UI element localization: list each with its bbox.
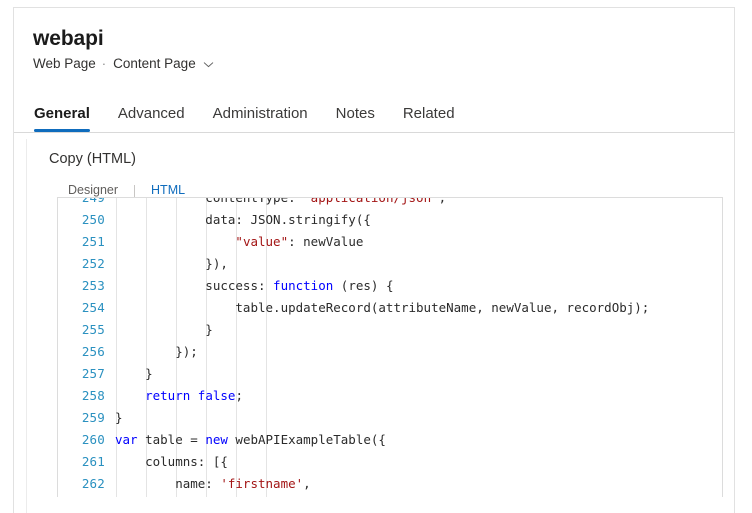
code-editor[interactable]: 249 contentType: "application/json",250 … <box>57 197 723 497</box>
code-text: name: 'firstname', <box>115 473 722 495</box>
code-text: } <box>115 363 722 385</box>
code-text: "value": newValue <box>115 231 722 253</box>
record-header: webapi Web Page · Content Page <box>14 8 734 73</box>
line-number: 256 <box>58 341 115 363</box>
tab-administration[interactable]: Administration <box>213 105 308 132</box>
line-number: 252 <box>58 253 115 275</box>
code-text: } <box>115 407 722 429</box>
line-number: 251 <box>58 231 115 253</box>
line-number: 254 <box>58 297 115 319</box>
code-line: 256 }); <box>58 341 722 363</box>
line-number: 250 <box>58 209 115 231</box>
code-text: contentType: "application/json", <box>115 197 722 209</box>
main-tabstrip: General Advanced Administration Notes Re… <box>14 94 734 132</box>
code-line: 261 columns: [{ <box>58 451 722 473</box>
code-line: 259} <box>58 407 722 429</box>
tab-general[interactable]: General <box>34 105 90 132</box>
code-line: 254 table.updateRecord(attributeName, ne… <box>58 297 722 319</box>
tab-advanced[interactable]: Advanced <box>118 105 185 132</box>
chevron-down-icon <box>203 59 214 70</box>
code-line: 255 } <box>58 319 722 341</box>
record-subtitle: Web Page · Content Page <box>33 55 734 73</box>
content-page-picker-label: Content Page <box>113 55 196 73</box>
code-line: 251 "value": newValue <box>58 231 722 253</box>
code-line: 252 }), <box>58 253 722 275</box>
record-card: webapi Web Page · Content Page General A… <box>13 7 735 513</box>
line-number: 259 <box>58 407 115 429</box>
section-label: Copy (HTML) <box>27 139 735 169</box>
code-text: return false; <box>115 385 722 407</box>
code-text: columns: [{ <box>115 451 722 473</box>
code-text: }), <box>115 253 722 275</box>
code-line: 258 return false; <box>58 385 722 407</box>
line-number: 255 <box>58 319 115 341</box>
code-text: table.updateRecord(attributeName, newVal… <box>115 297 722 319</box>
section-panel-copy-html: Copy (HTML) Designer HTML 249 contentTyp… <box>26 139 735 513</box>
line-number: 249 <box>58 197 115 209</box>
line-number: 257 <box>58 363 115 385</box>
code-line: 262 name: 'firstname', <box>58 473 722 495</box>
code-text: success: function (res) { <box>115 275 722 297</box>
code-line: 249 contentType: "application/json", <box>58 197 722 209</box>
code-line: 260var table = new webAPIExampleTable({ <box>58 429 722 451</box>
line-number: 253 <box>58 275 115 297</box>
code-editor-content: 249 contentType: "application/json",250 … <box>58 197 722 497</box>
code-line: 250 data: JSON.stringify({ <box>58 209 722 231</box>
code-text: label: 'First Name', <box>115 495 722 497</box>
code-line: 263 label: 'First Name', <box>58 495 722 497</box>
line-number: 260 <box>58 429 115 451</box>
line-number: 261 <box>58 451 115 473</box>
subtitle-separator: · <box>102 55 106 73</box>
code-text: data: JSON.stringify({ <box>115 209 722 231</box>
line-number: 262 <box>58 473 115 495</box>
line-number: 258 <box>58 385 115 407</box>
content-page-picker[interactable]: Content Page <box>113 55 214 73</box>
tab-related[interactable]: Related <box>403 105 455 132</box>
code-text: var table = new webAPIExampleTable({ <box>115 429 722 451</box>
code-line: 253 success: function (res) { <box>58 275 722 297</box>
code-text: }); <box>115 341 722 363</box>
record-type-label: Web Page <box>33 55 96 73</box>
header-divider <box>14 132 734 133</box>
line-number: 263 <box>58 495 115 497</box>
code-line: 257 } <box>58 363 722 385</box>
code-text: } <box>115 319 722 341</box>
tab-notes[interactable]: Notes <box>336 105 375 132</box>
page-title: webapi <box>33 26 734 52</box>
